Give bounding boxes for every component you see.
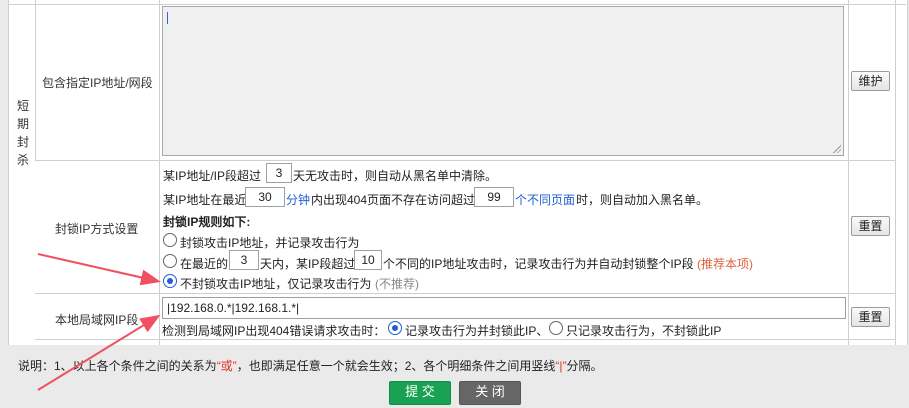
arrow-to-option3	[37, 253, 161, 286]
arrow-to-lan-input	[37, 314, 161, 391]
annotation-arrows	[37, 253, 161, 391]
